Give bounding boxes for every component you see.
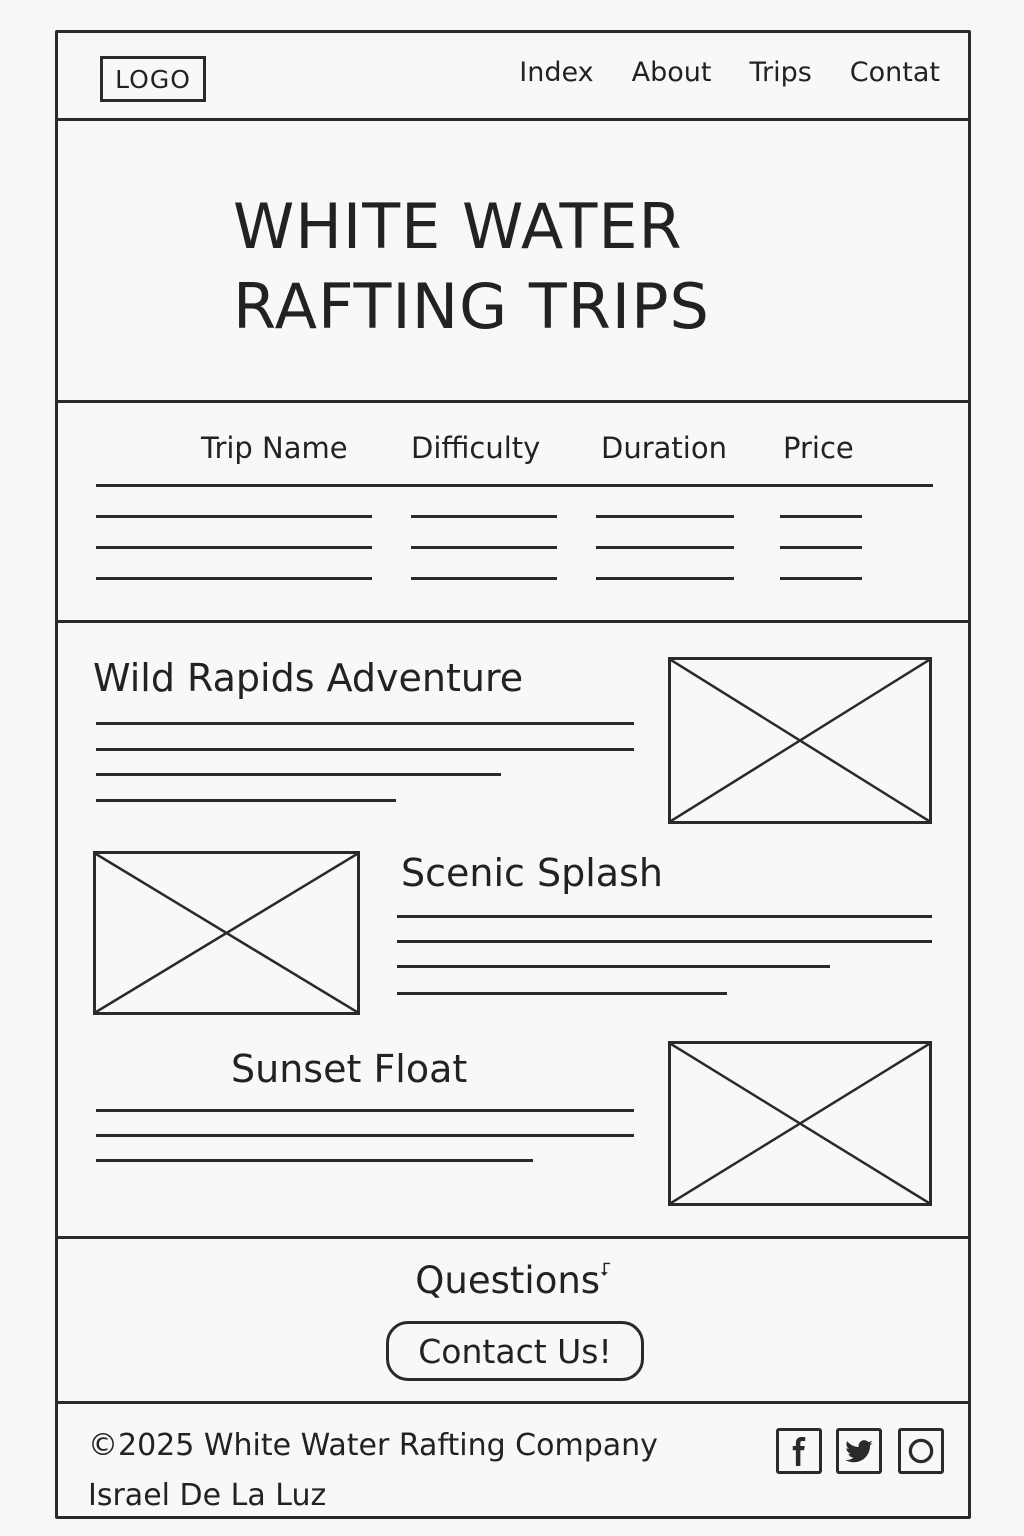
- nav-contact[interactable]: Contat: [850, 57, 940, 88]
- header-divider: [58, 118, 968, 121]
- text-placeholder: [96, 722, 634, 725]
- table-header-difficulty: Difficulty: [411, 431, 541, 465]
- hero-title-line2: RAFTING TRIPS: [233, 270, 710, 343]
- hero-title: WHITE WATER RAFTING TRIPS: [233, 187, 710, 347]
- nav-trips[interactable]: Trips: [749, 57, 811, 88]
- author-text: Israel De La Luz: [88, 1478, 327, 1513]
- table-cell-placeholder: [411, 577, 557, 580]
- table-cell-placeholder: [96, 515, 372, 518]
- facebook-icon[interactable]: [776, 1428, 822, 1474]
- trip-image-placeholder: [668, 657, 932, 824]
- trip-image-placeholder: [93, 851, 360, 1015]
- logo[interactable]: LOGO: [100, 56, 206, 102]
- trips-divider: [58, 1236, 968, 1239]
- text-placeholder: [96, 1109, 634, 1112]
- trip-title[interactable]: Scenic Splash: [401, 851, 663, 895]
- twitter-glyph: [845, 1440, 873, 1463]
- image-placeholder-icon: [671, 660, 929, 821]
- wireframe-page: LOGO Index About Trips Contat WHITE WATE…: [55, 30, 971, 1519]
- facebook-glyph: [792, 1437, 806, 1466]
- cta-question-text: Questions: [415, 1259, 601, 1302]
- table-header-price: Price: [783, 431, 854, 465]
- main-nav: Index About Trips Contat: [519, 57, 940, 88]
- text-placeholder: [96, 773, 501, 776]
- text-placeholder: [96, 799, 396, 802]
- nav-index[interactable]: Index: [519, 57, 593, 88]
- table-header-duration: Duration: [601, 431, 727, 465]
- image-placeholder-icon: [96, 854, 357, 1012]
- table-cell-placeholder: [780, 515, 862, 518]
- table-cell-placeholder: [780, 577, 862, 580]
- text-placeholder: [96, 1134, 634, 1137]
- twitter-icon[interactable]: [836, 1428, 882, 1474]
- table-cell-placeholder: [596, 577, 734, 580]
- table-divider: [58, 620, 968, 623]
- table-header-rule: [96, 484, 933, 487]
- table-cell-placeholder: [411, 546, 557, 549]
- text-placeholder: [397, 940, 932, 943]
- cta-question: Questions⮦: [58, 1259, 968, 1302]
- table-cell-placeholder: [780, 546, 862, 549]
- text-placeholder: [96, 748, 634, 751]
- table-cell-placeholder: [596, 546, 734, 549]
- table-cell-placeholder: [411, 515, 557, 518]
- hero-title-line1: WHITE WATER: [233, 190, 683, 263]
- instagram-icon[interactable]: [898, 1428, 944, 1474]
- footer-text: ©2025 White Water Rafting Company Israel…: [88, 1421, 658, 1521]
- text-placeholder: [397, 992, 727, 995]
- table-header-trip-name: Trip Name: [201, 431, 348, 465]
- table-cell-placeholder: [596, 515, 734, 518]
- copyright-text: ©2025 White Water Rafting Company: [88, 1428, 658, 1463]
- contact-us-button[interactable]: Contact Us!: [386, 1321, 644, 1381]
- text-placeholder: [96, 1159, 533, 1162]
- image-placeholder-icon: [671, 1044, 929, 1203]
- instagram-glyph: [908, 1438, 934, 1464]
- text-placeholder: [397, 915, 932, 918]
- nav-about[interactable]: About: [632, 57, 712, 88]
- trip-title[interactable]: Wild Rapids Adventure: [93, 656, 523, 700]
- trip-image-placeholder: [668, 1041, 932, 1206]
- question-mark-scribble: ⮦: [600, 1259, 611, 1280]
- table-cell-placeholder: [96, 546, 372, 549]
- table-cell-placeholder: [96, 577, 372, 580]
- cta-divider: [58, 1401, 968, 1404]
- hero-divider: [58, 400, 968, 403]
- text-placeholder: [397, 965, 830, 968]
- trip-title[interactable]: Sunset Float: [231, 1047, 467, 1091]
